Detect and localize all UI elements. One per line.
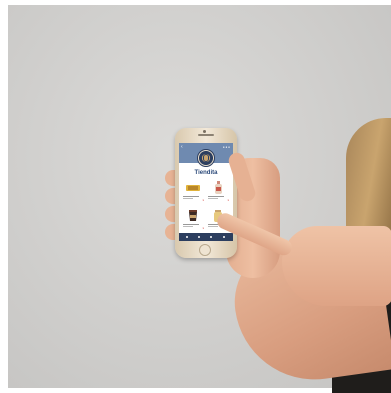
product-label — [208, 196, 228, 200]
bottle-icon — [210, 181, 226, 194]
logo-mark — [203, 154, 209, 162]
frame-edge-left — [0, 0, 8, 393]
home-button[interactable] — [199, 244, 211, 256]
page-title: Tiendita — [194, 170, 218, 176]
pointing-hand — [282, 226, 391, 306]
snack-box-icon — [185, 181, 201, 194]
profile-icon[interactable] — [223, 236, 225, 238]
favorite-icon[interactable]: ♥ — [203, 227, 204, 230]
back-icon[interactable]: ‹ — [181, 145, 183, 150]
favorite-icon[interactable]: ♥ — [228, 199, 229, 202]
store-logo-seal — [197, 149, 215, 167]
photo-scene: ‹ ● ● ● Tiendita ♥ ♥ ♥ — [0, 0, 391, 393]
earpiece-speaker — [198, 134, 214, 136]
status-icon: ● ● ● — [222, 145, 230, 149]
cup-icon — [185, 209, 201, 222]
smartphone: ‹ ● ● ● Tiendita ♥ ♥ ♥ — [175, 128, 237, 258]
cart-icon[interactable] — [210, 236, 212, 238]
frame-edge-top — [0, 0, 391, 5]
bottom-nav — [179, 233, 233, 241]
product-label — [183, 224, 203, 228]
product-card[interactable]: ♥ — [207, 179, 229, 205]
product-card[interactable]: ♥ — [182, 179, 204, 205]
home-icon[interactable] — [186, 236, 188, 238]
search-icon[interactable] — [198, 236, 200, 238]
product-label — [183, 196, 203, 200]
front-camera — [203, 130, 206, 133]
product-card[interactable]: ♥ — [182, 207, 204, 233]
favorite-icon[interactable]: ♥ — [203, 199, 204, 202]
